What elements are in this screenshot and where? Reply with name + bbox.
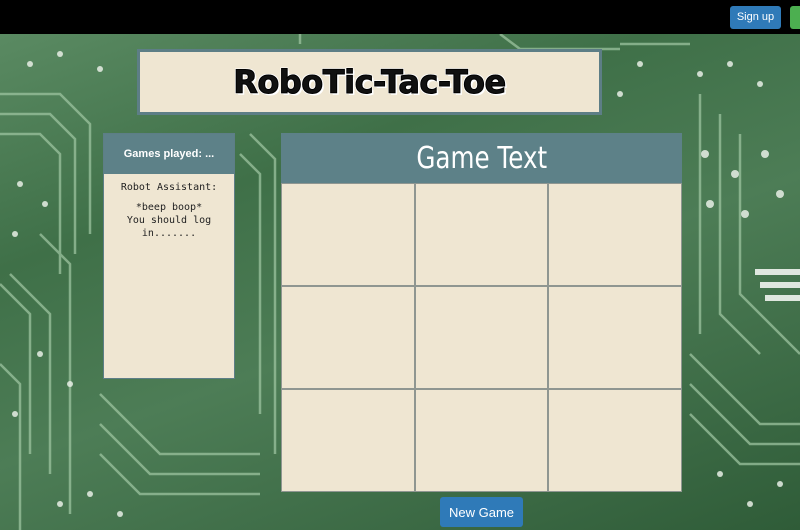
board-cell[interactable]: [549, 184, 681, 285]
board-cell[interactable]: [282, 390, 414, 491]
games-played-counter: Games played: ...: [104, 134, 234, 174]
board-cell[interactable]: [415, 390, 548, 491]
board-cell[interactable]: [549, 390, 681, 491]
board-cell[interactable]: [282, 287, 414, 388]
top-navbar: Sign up: [0, 0, 800, 34]
tic-tac-toe-board: [281, 183, 682, 492]
title-banner: RoboTic-Tac-Toe: [137, 49, 602, 115]
login-button[interactable]: [790, 6, 800, 29]
game-text-label: Game Text: [416, 140, 547, 176]
new-game-button[interactable]: New Game: [440, 497, 523, 527]
board-cell[interactable]: [415, 287, 548, 388]
board-cell[interactable]: [282, 184, 414, 285]
robot-assistant-message: *beep boop* You should log in.......: [126, 202, 212, 239]
board-cell[interactable]: [549, 287, 681, 388]
side-panel: Games played: ... Robot Assistant: *beep…: [103, 133, 235, 379]
game-text-header: Game Text: [281, 133, 682, 183]
robot-assistant-label: Robot Assistant:: [120, 182, 218, 193]
sign-up-button[interactable]: Sign up: [730, 6, 781, 29]
page-title: RoboTic-Tac-Toe: [233, 63, 507, 102]
board-cell[interactable]: [415, 184, 548, 285]
